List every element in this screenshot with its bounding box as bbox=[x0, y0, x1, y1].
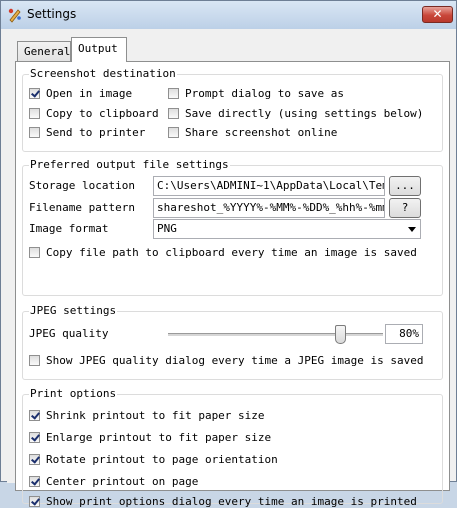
checkbox-label: Prompt dialog to save as bbox=[185, 87, 344, 100]
tab-output[interactable]: Output bbox=[71, 37, 127, 62]
close-icon: ✕ bbox=[432, 7, 443, 21]
checkbox-label: Show JPEG quality dialog every time a JP… bbox=[46, 354, 424, 367]
window-title: Settings bbox=[27, 7, 77, 21]
jpeg-settings-group: JPEG settings JPEG quality 80% Show JPEG… bbox=[22, 304, 443, 380]
checkbox-send-to-printer[interactable]: Send to printer bbox=[29, 126, 145, 139]
checkbox-label: Copy to clipboard bbox=[46, 107, 159, 120]
checkbox-label: Shrink printout to fit paper size bbox=[46, 409, 265, 422]
app-icon bbox=[8, 8, 21, 23]
output-file-settings-title: Preferred output file settings bbox=[29, 158, 230, 171]
checkbox-box[interactable] bbox=[29, 432, 40, 443]
filename-pattern-input[interactable]: shareshot_%YYYY%-%MM%-%DD%_%hh%-%mm%-% bbox=[153, 198, 385, 218]
checkbox-box[interactable] bbox=[168, 108, 179, 119]
checkbox-box[interactable] bbox=[29, 454, 40, 465]
browse-button[interactable]: ... bbox=[389, 176, 421, 196]
filename-pattern-label: Filename pattern bbox=[29, 201, 135, 214]
checkbox-enlarge-printout[interactable]: Enlarge printout to fit paper size bbox=[29, 431, 271, 444]
jpeg-quality-label: JPEG quality bbox=[29, 327, 109, 340]
jpeg-settings-title: JPEG settings bbox=[29, 304, 118, 317]
output-tab-panel: Screenshot destination Open in image Cop… bbox=[15, 61, 450, 508]
checkbox-share-online[interactable]: Share screenshot online bbox=[168, 126, 337, 139]
checkbox-label: Copy file path to clipboard every time a… bbox=[46, 246, 417, 259]
checkbox-label: Save directly (using settings below) bbox=[185, 107, 424, 120]
tab-general[interactable]: General bbox=[17, 41, 71, 61]
dialog-client-area: General Output Screenshot destination Op… bbox=[7, 29, 450, 508]
checkbox-open-in-image[interactable]: Open in image bbox=[29, 87, 132, 100]
checkbox-box[interactable] bbox=[29, 108, 40, 119]
checkbox-box[interactable] bbox=[29, 496, 40, 507]
settings-window: Settings ✕ General Output Screenshot des… bbox=[0, 0, 457, 508]
checkbox-label: Rotate printout to page orientation bbox=[46, 453, 278, 466]
checkbox-label: Send to printer bbox=[46, 126, 146, 139]
filename-help-button[interactable]: ? bbox=[389, 198, 421, 218]
checkbox-label: Show print options dialog every time an … bbox=[46, 495, 417, 508]
checkbox-prompt-save-as[interactable]: Prompt dialog to save as bbox=[168, 87, 344, 100]
checkbox-copy-to-clipboard[interactable]: Copy to clipboard bbox=[29, 107, 159, 120]
checkbox-show-print-dialog[interactable]: Show print options dialog every time an … bbox=[29, 495, 417, 508]
checkbox-box[interactable] bbox=[29, 247, 40, 258]
title-bar[interactable]: Settings ✕ bbox=[1, 1, 456, 29]
close-button[interactable]: ✕ bbox=[422, 6, 453, 23]
checkbox-rotate-printout[interactable]: Rotate printout to page orientation bbox=[29, 453, 278, 466]
checkbox-box[interactable] bbox=[168, 127, 179, 138]
checkbox-label: Share screenshot online bbox=[185, 126, 338, 139]
image-format-select[interactable]: PNG bbox=[153, 219, 421, 239]
storage-location-label: Storage location bbox=[29, 179, 135, 192]
checkbox-box[interactable] bbox=[29, 88, 40, 99]
jpeg-quality-slider-thumb[interactable] bbox=[334, 325, 346, 344]
checkbox-box[interactable] bbox=[29, 355, 40, 366]
image-format-value: PNG bbox=[157, 222, 177, 235]
checkbox-box[interactable] bbox=[29, 127, 40, 138]
image-format-label: Image format bbox=[29, 222, 109, 235]
checkbox-copy-file-path[interactable]: Copy file path to clipboard every time a… bbox=[29, 246, 417, 259]
checkbox-shrink-printout[interactable]: Shrink printout to fit paper size bbox=[29, 409, 265, 422]
jpeg-quality-slider-track[interactable] bbox=[168, 333, 383, 336]
print-options-group: Print options Shrink printout to fit pap… bbox=[22, 387, 443, 508]
jpeg-quality-value: 80% bbox=[385, 324, 423, 344]
checkbox-show-jpeg-dialog[interactable]: Show JPEG quality dialog every time a JP… bbox=[29, 354, 424, 367]
screenshot-destination-group: Screenshot destination Open in image Cop… bbox=[22, 67, 443, 152]
checkbox-label: Enlarge printout to fit paper size bbox=[46, 431, 272, 444]
storage-location-input[interactable]: C:\Users\ADMINI~1\AppData\Local\Temp\S bbox=[153, 176, 385, 196]
screenshot-destination-title: Screenshot destination bbox=[29, 67, 177, 80]
chevron-down-icon bbox=[408, 227, 416, 232]
output-file-settings-group: Preferred output file settings Storage l… bbox=[22, 158, 443, 296]
checkbox-box[interactable] bbox=[29, 410, 40, 421]
checkbox-save-directly[interactable]: Save directly (using settings below) bbox=[168, 107, 423, 120]
checkbox-label: Open in image bbox=[46, 87, 133, 100]
checkbox-box[interactable] bbox=[168, 88, 179, 99]
print-options-title: Print options bbox=[29, 387, 118, 400]
